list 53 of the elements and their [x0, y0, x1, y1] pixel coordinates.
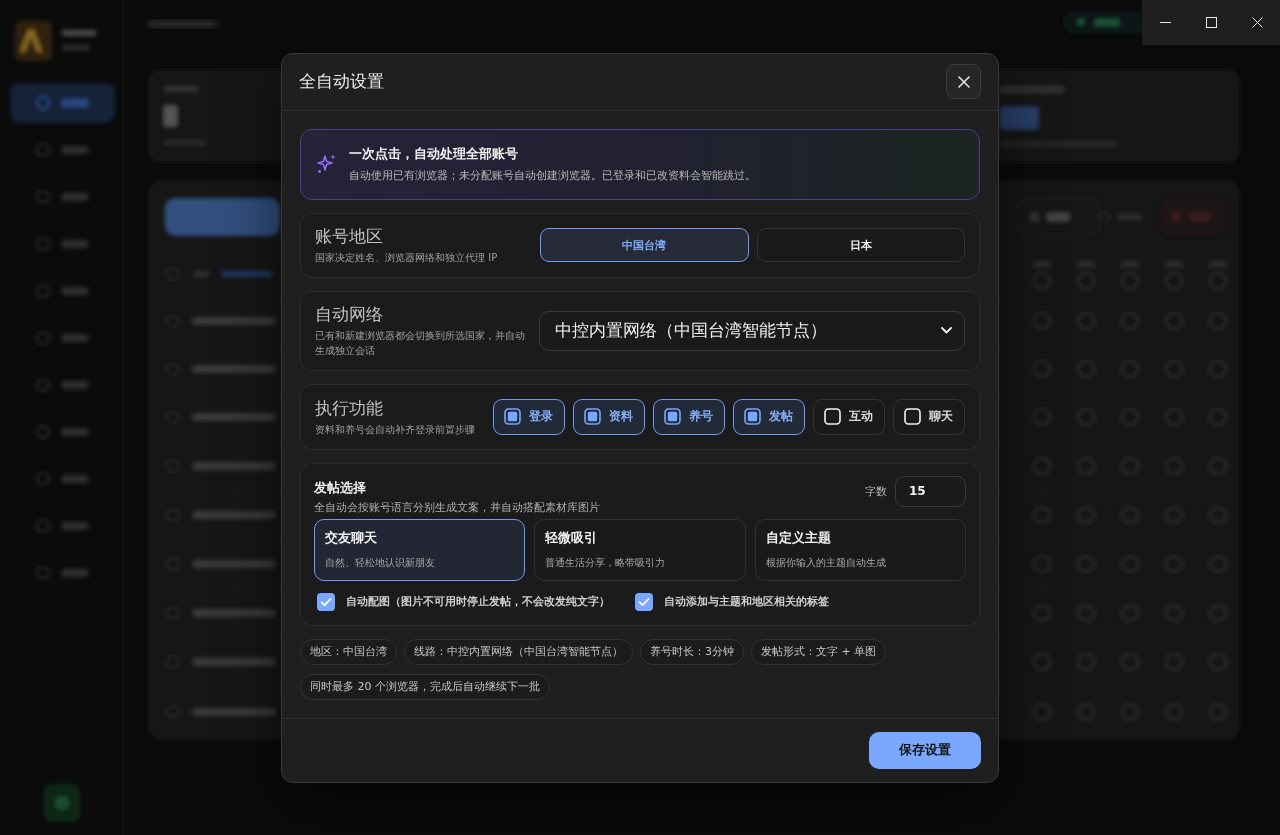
- blurred-nav-item-drawing: [36, 425, 88, 439]
- close-icon: [957, 75, 970, 88]
- close-button[interactable]: [946, 64, 981, 99]
- region-hint: 国家决定姓名、浏览器网络和独立代理 IP: [315, 251, 499, 265]
- posting-title: 发帖选择: [314, 478, 367, 497]
- function-toggle[interactable]: 互动: [813, 398, 885, 435]
- network-label: 自动网络: [315, 303, 384, 325]
- blurred-status-button-drawing: [44, 784, 80, 822]
- function-toggle[interactable]: 登录: [493, 398, 565, 435]
- function-toggle[interactable]: 资料: [573, 398, 645, 435]
- blurred-nav-item-drawing: [36, 284, 88, 298]
- blurred-nav-item-drawing: [36, 472, 88, 486]
- function-toggle[interactable]: 养号: [653, 398, 725, 435]
- region-option[interactable]: 日本: [756, 228, 965, 262]
- banner-text: 自动使用已有浏览器；未分配账号自动创建浏览器。已登录和已改资料会智能跳过。: [349, 168, 756, 183]
- blurred-breadcrumb-drawing: [148, 20, 216, 28]
- minimize-button[interactable]: [1142, 0, 1188, 45]
- functions-label: 执行功能: [315, 396, 384, 419]
- chevron-down-icon: [941, 327, 952, 334]
- summary-tag: 同时最多 20 个浏览器，完成后自动继续下一批: [300, 673, 550, 700]
- summary-tag: 发帖形式：文字 + 单图: [751, 638, 887, 665]
- post-style-option[interactable]: 自定义主题 根据你输入的主题自动生成: [754, 518, 966, 581]
- option-checkbox[interactable]: 自动配图（图片不可用时停止发帖，不会改发纯文字）: [317, 592, 610, 611]
- close-icon: [1251, 17, 1263, 28]
- blurred-toolbar-button-drawing: [1160, 198, 1226, 236]
- function-toggle[interactable]: 发帖: [733, 398, 805, 435]
- summary-tag: 线路：中控内置网络（中国台湾智能节点）: [404, 638, 633, 665]
- functions-hint: 资料和养号会自动补齐登录前置步骤: [315, 422, 475, 437]
- save-button[interactable]: 保存设置: [869, 731, 981, 769]
- minimize-icon: [1159, 22, 1171, 23]
- blurred-nav-item-drawing: [36, 143, 88, 157]
- dialog-title: 全自动设置: [299, 70, 384, 93]
- post-style-option[interactable]: 交友聊天 自然、轻松地认识新朋友: [314, 518, 526, 581]
- network-dropdown[interactable]: 中控内置网络（中国台湾智能节点）: [539, 310, 965, 351]
- function-toggle[interactable]: 聊天: [893, 398, 965, 435]
- blurred-nav-item-drawing: [36, 378, 88, 392]
- banner-title: 一次点击，自动处理全部账号: [349, 145, 519, 163]
- post-style-option[interactable]: 轻微吸引 普通生活分享，略带吸引力: [534, 518, 746, 581]
- blurred-nav-item-drawing: [36, 237, 88, 251]
- word-count-field[interactable]: 15: [895, 475, 966, 507]
- word-count-label: 字数: [865, 483, 887, 499]
- summary-tag: 地区：中国台湾: [300, 638, 397, 665]
- blurred-nav-item-drawing: [36, 331, 88, 345]
- maximize-icon: [1205, 17, 1217, 28]
- blurred-nav-item-drawing: [36, 519, 88, 533]
- option-checkbox[interactable]: 自动添加与主题和地区相关的标签: [635, 592, 829, 611]
- posting-hint: 全自动会按账号语言分别生成文案，并自动搭配素材库图片: [314, 499, 600, 515]
- blurred-nav-item-drawing: [36, 190, 88, 204]
- blurred-nav-item-drawing: [36, 566, 88, 580]
- region-option[interactable]: 中国台湾: [540, 228, 749, 262]
- network-hint: 已有和新建浏览器都会切换到所选国家，并自动生成独立会话: [315, 329, 526, 358]
- region-label: 账号地区: [315, 225, 384, 247]
- summary-tag: 养号时长：3分钟: [640, 638, 744, 665]
